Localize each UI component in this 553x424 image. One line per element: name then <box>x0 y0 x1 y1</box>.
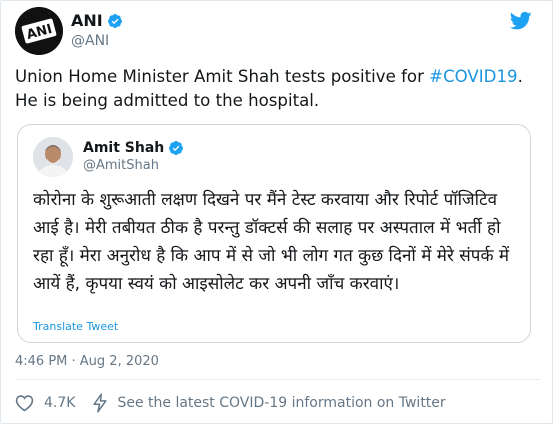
tweet-actions: 4.7K See the latest COVID-19 information… <box>15 393 446 413</box>
hashtag-link[interactable]: #COVID19 <box>429 67 517 86</box>
quoted-text: कोरोना के शुरूआती लक्षण दिखने पर मैंने ट… <box>33 190 510 294</box>
twitter-bird-icon[interactable] <box>509 11 532 31</box>
quoted-author-handle[interactable]: @AmitShah <box>83 157 184 175</box>
tweet-text: Union Home Minister Amit Shah tests posi… <box>15 65 535 113</box>
quoted-tweet[interactable]: Amit Shah @AmitShah कोरोना के शुरूआती लक… <box>17 124 531 343</box>
like-button[interactable]: 4.7K <box>15 394 75 412</box>
covid-info-text: See the latest COVID-19 information on T… <box>117 395 446 411</box>
tweet-header: ANI ANI @ANI <box>15 7 123 55</box>
author-name[interactable]: ANI <box>71 11 103 31</box>
verified-badge-icon <box>107 13 123 29</box>
author-handle[interactable]: @ANI <box>71 31 123 51</box>
quoted-avatar[interactable] <box>33 137 73 177</box>
tweet-timestamp[interactable]: 4:46 PM · Aug 2, 2020 <box>15 354 159 369</box>
lightning-icon <box>91 393 109 413</box>
verified-badge-icon <box>168 140 184 156</box>
author-avatar[interactable]: ANI <box>15 7 63 55</box>
like-count: 4.7K <box>44 395 76 411</box>
translate-tweet-link[interactable]: Translate Tweet <box>33 320 118 333</box>
quoted-header: Amit Shah @AmitShah <box>33 137 184 177</box>
heart-icon <box>15 394 34 412</box>
divider <box>15 379 540 380</box>
covid-info-link[interactable]: See the latest COVID-19 information on T… <box>91 393 446 413</box>
tweet-card: ANI ANI @ANI Union Home Minister Amit Sh <box>0 0 553 424</box>
quoted-author-name[interactable]: Amit Shah <box>83 139 164 157</box>
tweet-text-before: Union Home Minister Amit Shah tests posi… <box>15 67 430 86</box>
